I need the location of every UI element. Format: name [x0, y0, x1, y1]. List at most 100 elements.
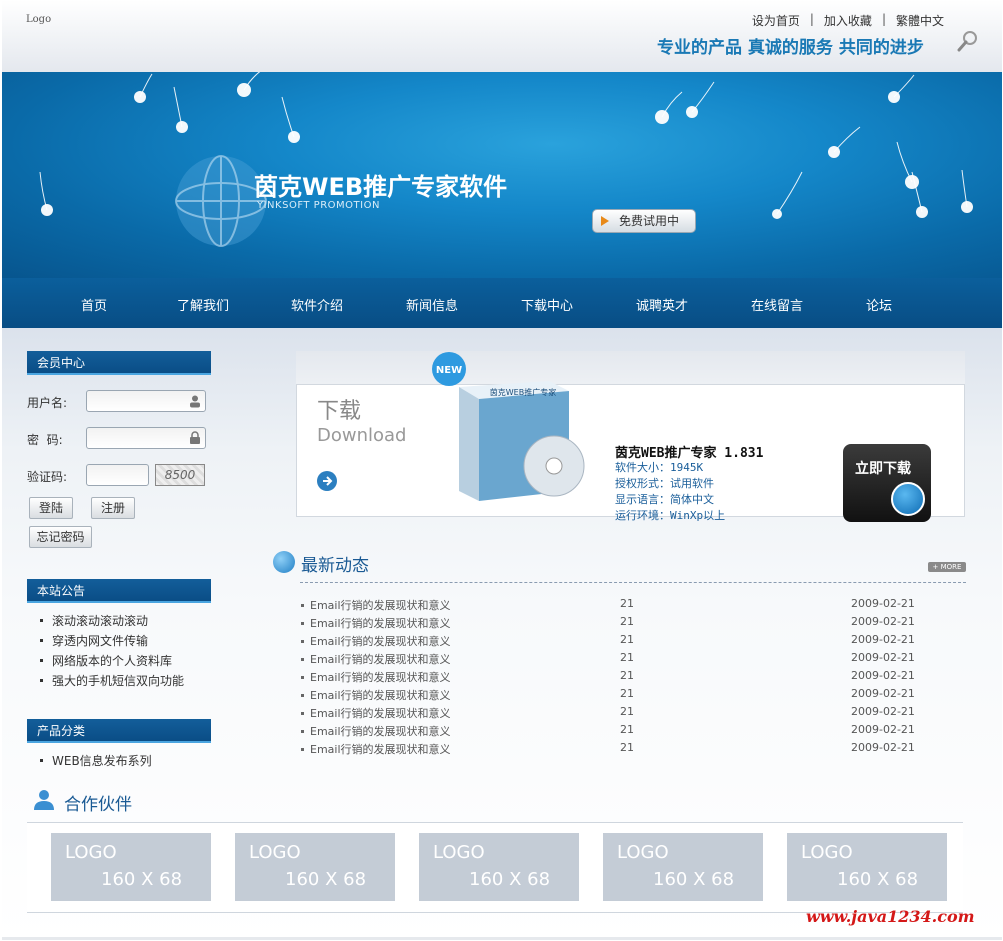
globe-icon	[273, 551, 295, 573]
download-title-cn: 下载	[317, 399, 362, 424]
member-center-title: 会员中心	[27, 351, 211, 375]
news-item-count: 21	[620, 633, 634, 646]
news-item-date: 2009-02-21	[851, 687, 915, 700]
news-item-title[interactable]: Email行销的发展现状和意义	[301, 669, 451, 685]
partner-logo[interactable]: LOGO 160 X 68	[603, 833, 763, 901]
password-label: 密 码:	[27, 433, 63, 447]
news-row: Email行销的发展现状和意义 21 2009-02-21	[300, 633, 915, 651]
nav-download[interactable]: 下载中心	[521, 295, 573, 314]
play-icon	[601, 216, 609, 226]
arrow-right-icon[interactable]	[317, 471, 337, 491]
category-list: WEB信息发布系列	[38, 751, 152, 771]
username-label: 用户名:	[27, 396, 68, 410]
partner-logo[interactable]: LOGO 160 X 68	[51, 833, 211, 901]
news-item-title[interactable]: Email行销的发展现状和意义	[301, 723, 451, 739]
news-item-title[interactable]: Email行销的发展现状和意义	[301, 597, 451, 613]
category-item[interactable]: WEB信息发布系列	[38, 751, 152, 771]
download-title-en: Download	[317, 425, 407, 446]
news-item-title[interactable]: Email行销的发展现状和意义	[301, 705, 451, 721]
software-box-image: NEW 茵克WEB推广专家	[432, 352, 585, 501]
site-logo[interactable]: Logo	[26, 14, 51, 25]
announcement-list: 滚动滚动滚动滚动 穿透内网文件传输 网络版本的个人资料库 强大的手机短信双向功能	[38, 611, 184, 691]
news-title: 最新动态	[301, 556, 369, 576]
link-separator: |	[881, 12, 886, 26]
partners-title: 合作伙伴	[64, 795, 132, 815]
news-row: Email行销的发展现状和意义 21 2009-02-21	[300, 669, 915, 687]
password-input[interactable]	[86, 427, 206, 449]
download-panel-body: 下载 Download 茵克WEB推广专家 1.831 软件大小：1945K 授…	[296, 384, 965, 522]
news-item-title[interactable]: Email行销的发展现状和意义	[301, 615, 451, 631]
news-item-count: 21	[620, 651, 634, 664]
nav-home[interactable]: 首页	[81, 295, 107, 314]
announcement-title: 本站公告	[27, 579, 211, 603]
captcha-input[interactable]	[86, 464, 149, 486]
news-item-date: 2009-02-21	[851, 615, 915, 628]
captcha-label: 验证码:	[27, 470, 68, 484]
announcement-item[interactable]: 滚动滚动滚动滚动	[38, 611, 184, 631]
news-item-count: 21	[620, 723, 634, 736]
set-homepage-link[interactable]: 设为首页	[752, 12, 800, 29]
nav-about[interactable]: 了解我们	[177, 295, 229, 314]
download-now-button[interactable]: 立即下载	[843, 444, 931, 522]
announcement-item[interactable]: 强大的手机短信双向功能	[38, 671, 184, 691]
watermark: www.java1234.com	[806, 907, 975, 926]
announcement-item[interactable]: 穿透内网文件传输	[38, 631, 184, 651]
top-links: 设为首页 | 加入收藏 | 繁體中文	[752, 12, 944, 29]
nav-message[interactable]: 在线留言	[751, 295, 803, 314]
news-divider	[300, 582, 966, 583]
news-item-count: 21	[620, 705, 634, 718]
download-now-label: 立即下载	[855, 461, 911, 477]
lock-icon	[190, 431, 200, 444]
partner-logo-text: LOGO	[801, 842, 853, 863]
login-button[interactable]: 登陆	[29, 497, 73, 519]
banner-subtitle: YINKSOFT PROMOTION	[257, 200, 380, 211]
news-item-title[interactable]: Email行销的发展现状和意义	[301, 651, 451, 667]
news-item-count: 21	[620, 741, 634, 754]
announcement-item[interactable]: 网络版本的个人资料库	[38, 651, 184, 671]
banner-title: 茵克WEB推广专家软件	[254, 173, 508, 201]
partner-logo-text: LOGO	[249, 842, 301, 863]
news-item-title[interactable]: Email行销的发展现状和意义	[301, 741, 451, 757]
nav-news[interactable]: 新闻信息	[406, 295, 458, 314]
product-size: 软件大小：1945K	[615, 461, 704, 474]
news-item-date: 2009-02-21	[851, 651, 915, 664]
partner-logo-text: LOGO	[65, 842, 117, 863]
forgot-password-button[interactable]: 忘记密码	[29, 526, 92, 548]
product-license: 授权形式：试用软件	[615, 477, 714, 490]
partner-logo[interactable]: LOGO 160 X 68	[787, 833, 947, 901]
news-item-date: 2009-02-21	[851, 633, 915, 646]
download-panel: 下载 Download 茵克WEB推广专家 1.831 软件大小：1945K 授…	[296, 351, 965, 522]
partner-logo-size: 160 X 68	[101, 869, 183, 890]
box-label: 茵克WEB推广专家	[490, 387, 556, 397]
footer-line	[2, 937, 1002, 940]
news-item-date: 2009-02-21	[851, 669, 915, 682]
news-item-title[interactable]: Email行销的发展现状和意义	[301, 633, 451, 649]
captcha-image[interactable]: 8500	[155, 464, 205, 486]
username-input[interactable]	[86, 390, 206, 412]
news-row: Email行销的发展现状和意义 21 2009-02-21	[300, 741, 915, 759]
register-button[interactable]: 注册	[91, 497, 135, 519]
header: Logo 设为首页 | 加入收藏 | 繁體中文 专业的产品 真诚的服务 共同的进…	[2, 0, 1002, 72]
partner-logo-size: 160 X 68	[285, 869, 367, 890]
news-item-count: 21	[620, 597, 634, 610]
news-row: Email行销的发展现状和意义 21 2009-02-21	[300, 687, 915, 705]
news-item-date: 2009-02-21	[851, 741, 915, 754]
person-icon	[34, 790, 54, 810]
news-item-date: 2009-02-21	[851, 705, 915, 718]
traditional-chinese-link[interactable]: 繁體中文	[896, 12, 944, 29]
search-icon[interactable]	[957, 30, 979, 52]
category-title: 产品分类	[27, 719, 211, 743]
more-button[interactable]: + MORE	[928, 562, 966, 572]
partner-logo-size: 160 X 68	[653, 869, 735, 890]
nav-software[interactable]: 软件介绍	[291, 295, 343, 314]
add-favorite-link[interactable]: 加入收藏	[824, 12, 872, 29]
partner-logo-size: 160 X 68	[837, 869, 919, 890]
nav-careers[interactable]: 诚聘英才	[636, 295, 688, 314]
partner-logo[interactable]: LOGO 160 X 68	[419, 833, 579, 901]
free-trial-button[interactable]: 免费试用中	[592, 209, 696, 233]
news-item-title[interactable]: Email行销的发展现状和意义	[301, 687, 451, 703]
link-separator: |	[809, 12, 814, 26]
slogan: 专业的产品 真诚的服务 共同的进步	[657, 38, 924, 58]
partner-logo[interactable]: LOGO 160 X 68	[235, 833, 395, 901]
nav-forum[interactable]: 论坛	[866, 295, 892, 314]
